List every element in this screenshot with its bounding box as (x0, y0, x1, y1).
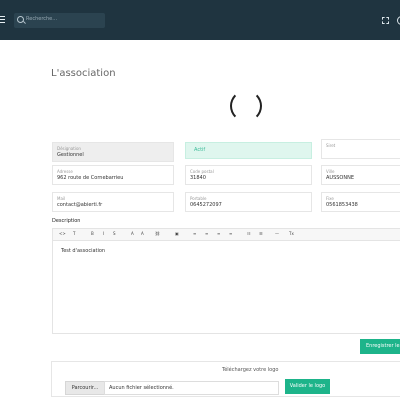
mail-value[interactable]: contact@abierti.fr (57, 202, 102, 208)
designation-field[interactable]: Désignation Gestionnel (52, 142, 174, 162)
unordered-list-icon[interactable]: ☰ (259, 232, 263, 236)
code-view-button[interactable]: <> (59, 232, 66, 236)
siret-field[interactable]: Siret (321, 139, 400, 159)
browse-button[interactable]: Parcourir... (65, 381, 105, 395)
strikethrough-button[interactable]: S (113, 232, 116, 236)
fixe-value[interactable]: 0561853438 (326, 202, 358, 208)
mail-label: Mail (57, 196, 66, 201)
search-icon (17, 16, 24, 23)
validate-logo-button[interactable]: Valider le logo (285, 379, 330, 394)
file-input[interactable]: Aucun fichier sélectionné. (104, 381, 279, 395)
ordered-list-icon[interactable]: ☷ (247, 232, 251, 236)
file-input-text: Aucun fichier sélectionné. (109, 385, 174, 391)
font-size-button[interactable]: A (131, 232, 134, 236)
image-icon[interactable]: ▣ (175, 232, 179, 236)
code-postal-value[interactable]: 31840 (190, 175, 206, 181)
align-center-icon[interactable]: ≡ (205, 232, 208, 236)
italic-button[interactable]: I (103, 232, 104, 236)
logo-upload-title: Téléchargez votre logo (222, 367, 279, 373)
fixe-label: Fixe (326, 196, 334, 201)
search-input[interactable]: Recherche... (26, 16, 57, 22)
save-button[interactable]: Enregistrer le (360, 339, 400, 354)
status-badge: Actif (185, 142, 312, 159)
page-title: L'association (51, 68, 116, 79)
adresse-field[interactable]: Adresse 962 route de Cornebarrieu (52, 165, 174, 185)
mail-field[interactable]: Mail contact@abierti.fr (52, 192, 174, 212)
ville-value[interactable]: AUSSONNE (326, 175, 354, 181)
code-postal-field[interactable]: Code postal 31840 (185, 165, 312, 185)
designation-label: Désignation (57, 146, 81, 151)
top-navbar: Recherche... (0, 0, 400, 40)
align-left-icon[interactable]: ≡ (193, 232, 196, 236)
description-editor[interactable]: Test d'association (52, 240, 400, 334)
portable-label: Portable (190, 196, 207, 201)
horizontal-rule-icon[interactable]: — (275, 232, 279, 236)
link-icon[interactable]: ⛓ (155, 232, 160, 236)
align-justify-icon[interactable]: ≡ (229, 232, 232, 236)
code-postal-label: Code postal (190, 169, 214, 174)
fixe-field[interactable]: Fixe 0561853438 (321, 192, 400, 212)
siret-label: Siret (326, 143, 336, 148)
adresse-label: Adresse (57, 169, 73, 174)
ville-field[interactable]: Ville AUSSONNE (321, 165, 400, 185)
logo-upload-panel: Téléchargez votre logo Parcourir... Aucu… (51, 361, 400, 397)
ville-label: Ville (326, 169, 335, 174)
search-box[interactable]: Recherche... (14, 13, 105, 28)
bold-button[interactable]: B (91, 232, 94, 236)
description-label: Description (52, 218, 81, 224)
description-text[interactable]: Test d'association (61, 248, 105, 254)
font-color-button[interactable]: A (141, 232, 144, 236)
adresse-value[interactable]: 962 route de Cornebarrieu (57, 175, 123, 181)
menu-icon[interactable] (0, 16, 5, 24)
portable-field[interactable]: Portable 0645272097 (185, 192, 312, 212)
designation-value[interactable]: Gestionnel (57, 152, 84, 158)
fullscreen-icon[interactable] (382, 17, 389, 24)
text-style-button[interactable]: T (73, 232, 75, 236)
status-text: Actif (194, 147, 206, 153)
clear-format-icon[interactable]: Tx (289, 232, 294, 236)
align-right-icon[interactable]: ≡ (217, 232, 220, 236)
portable-value[interactable]: 0645272097 (190, 202, 222, 208)
loading-spinner-icon (230, 90, 262, 122)
